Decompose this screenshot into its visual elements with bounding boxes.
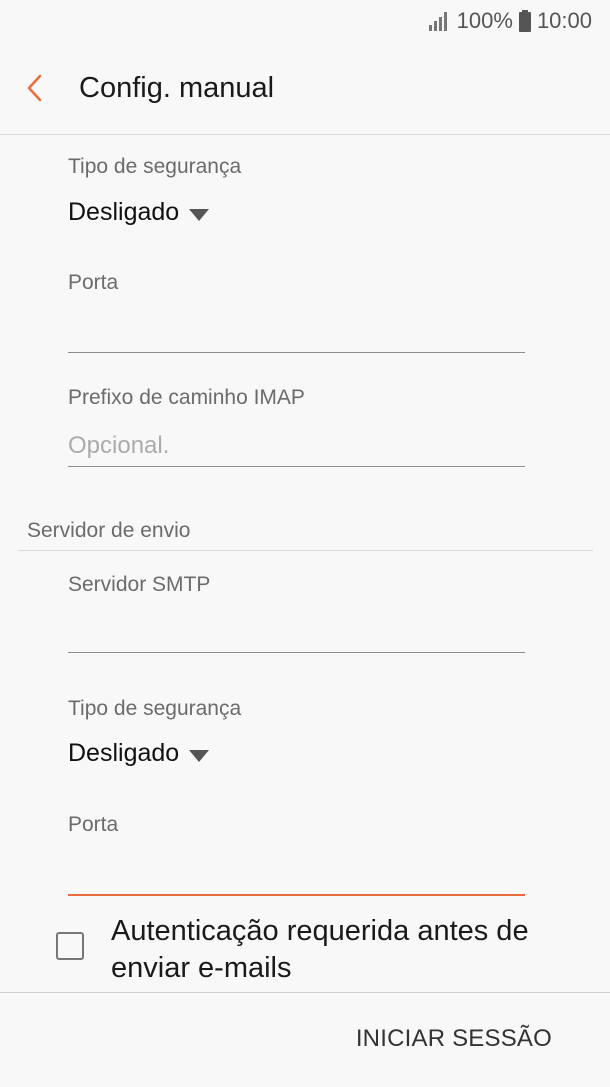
outgoing-security-type-dropdown[interactable]: Desligado xyxy=(68,739,210,768)
outgoing-security-type-label: Tipo de segurança xyxy=(68,697,242,720)
outgoing-port-input[interactable] xyxy=(68,854,525,894)
status-bar: 100% 10:00 xyxy=(0,0,610,44)
imap-prefix-input[interactable] xyxy=(68,426,525,466)
clock: 10:00 xyxy=(536,8,592,33)
back-button[interactable] xyxy=(14,68,54,112)
sign-in-button[interactable]: INICIAR SESSÃO xyxy=(356,1025,552,1053)
incoming-security-type-value: Desligado xyxy=(68,198,180,226)
battery-icon xyxy=(518,10,531,32)
smtp-server-input[interactable] xyxy=(68,612,525,652)
status-indicators: 100% 10:00 xyxy=(428,8,592,34)
smtp-server-field[interactable] xyxy=(68,612,525,653)
incoming-security-type-dropdown[interactable]: Desligado xyxy=(68,198,210,227)
incoming-port-label: Porta xyxy=(68,271,119,294)
app-bar: Config. manual xyxy=(0,44,610,135)
incoming-port-field[interactable] xyxy=(68,312,525,353)
section-divider xyxy=(18,550,593,551)
chevron-left-icon xyxy=(26,74,42,107)
dropdown-arrow-icon xyxy=(189,208,210,221)
dropdown-arrow-icon xyxy=(189,749,210,762)
auth-required-checkbox[interactable] xyxy=(56,932,84,960)
incoming-port-input[interactable] xyxy=(68,312,525,352)
signal-icon xyxy=(428,11,451,31)
auth-required-label: Autenticação requerida antes de enviar e… xyxy=(111,915,529,984)
page-title: Config. manual xyxy=(79,72,275,104)
incoming-security-type-label: Tipo de segurança xyxy=(68,155,242,178)
outgoing-port-field[interactable] xyxy=(68,854,525,896)
outgoing-section-title: Servidor de envio xyxy=(27,519,191,542)
outgoing-security-type-value: Desligado xyxy=(68,739,180,767)
imap-prefix-label: Prefixo de caminho IMAP xyxy=(68,386,305,409)
auth-required-option[interactable]: Autenticação requerida antes de enviar e… xyxy=(56,913,576,987)
smtp-server-label: Servidor SMTP xyxy=(68,573,211,596)
outgoing-port-label: Porta xyxy=(68,813,119,836)
bottom-action-bar: INICIAR SESSÃO xyxy=(0,992,610,1087)
battery-percent: 100% xyxy=(456,8,513,33)
imap-prefix-field[interactable] xyxy=(68,426,525,467)
